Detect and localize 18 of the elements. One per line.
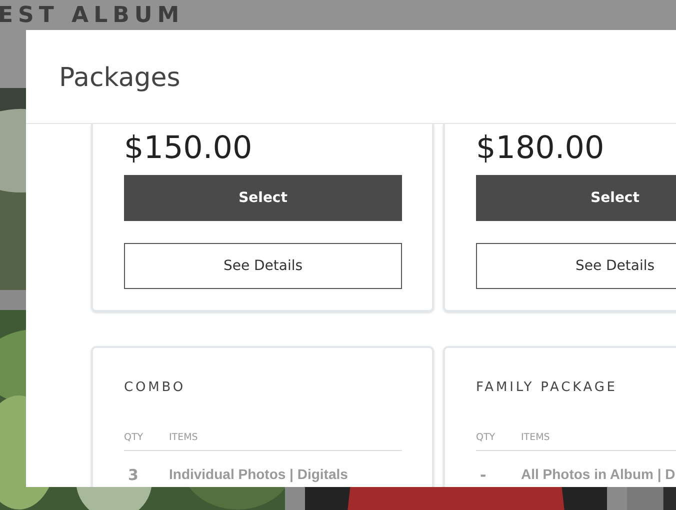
package-name: FAMILY PACKAGE — [476, 379, 618, 397]
dialog-title: Packages — [59, 62, 182, 95]
package-price: $180.00 — [476, 129, 606, 168]
see-details-button[interactable]: See Details — [476, 243, 676, 289]
column-header: ITEMS — [169, 432, 198, 443]
select-button[interactable]: Select — [124, 175, 402, 221]
package-items: All Photos in Album | D — [521, 466, 676, 484]
column-header: QTY — [124, 432, 144, 443]
quantity: - — [479, 466, 488, 484]
package-items: Individual Photos | Digitals — [169, 466, 348, 484]
quantity: 3 — [127, 466, 140, 484]
column-header: QTY — [476, 432, 496, 443]
column-header: ITEMS — [521, 432, 550, 443]
select-button[interactable]: Select — [476, 175, 676, 221]
package-name: COMBO — [124, 379, 186, 397]
album-title: EST ALBUM — [0, 3, 184, 29]
see-details-button[interactable]: See Details — [124, 243, 402, 289]
package-price: $150.00 — [124, 129, 254, 168]
